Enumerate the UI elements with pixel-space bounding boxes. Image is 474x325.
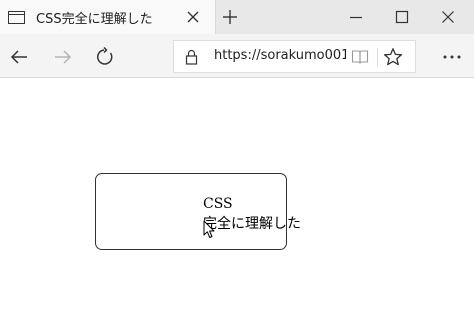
tab-strip: CSS完全に理解した: [0, 0, 474, 34]
back-arrow-icon[interactable]: [9, 47, 29, 67]
minimize-icon[interactable]: [348, 9, 364, 25]
reading-view-icon[interactable]: [351, 49, 369, 65]
refresh-icon[interactable]: [95, 47, 115, 67]
lock-icon: [185, 49, 198, 65]
browser-window: CSS 完全に理解した https://sorakumo001 CSS 完全に理解…: [0, 0, 474, 325]
tab-title: CSS完全に理解した: [36, 12, 153, 27]
close-icon[interactable]: [185, 9, 201, 25]
window-close-icon[interactable]: [440, 9, 456, 25]
star-icon[interactable]: [383, 47, 403, 67]
maximize-icon[interactable]: [394, 9, 410, 25]
more-dots-icon[interactable]: [441, 50, 463, 64]
page-content: CSS 完全に理解した: [0, 79, 474, 325]
plus-icon[interactable]: [221, 8, 239, 26]
active-tab[interactable]: CSS完全に理解した: [0, 0, 216, 34]
address-separator: [377, 48, 378, 66]
forward-arrow-icon[interactable]: [53, 47, 73, 67]
bordered-box: [95, 173, 287, 250]
address-bar[interactable]: https://sorakumo001: [173, 40, 416, 73]
box-text-line: CSS: [203, 196, 233, 212]
mouse-pointer-icon: [203, 220, 215, 238]
url-text[interactable]: https://sorakumo001: [214, 48, 346, 63]
box-text-line: 完全に理解した: [203, 216, 301, 232]
page-tab-icon: [8, 11, 25, 24]
